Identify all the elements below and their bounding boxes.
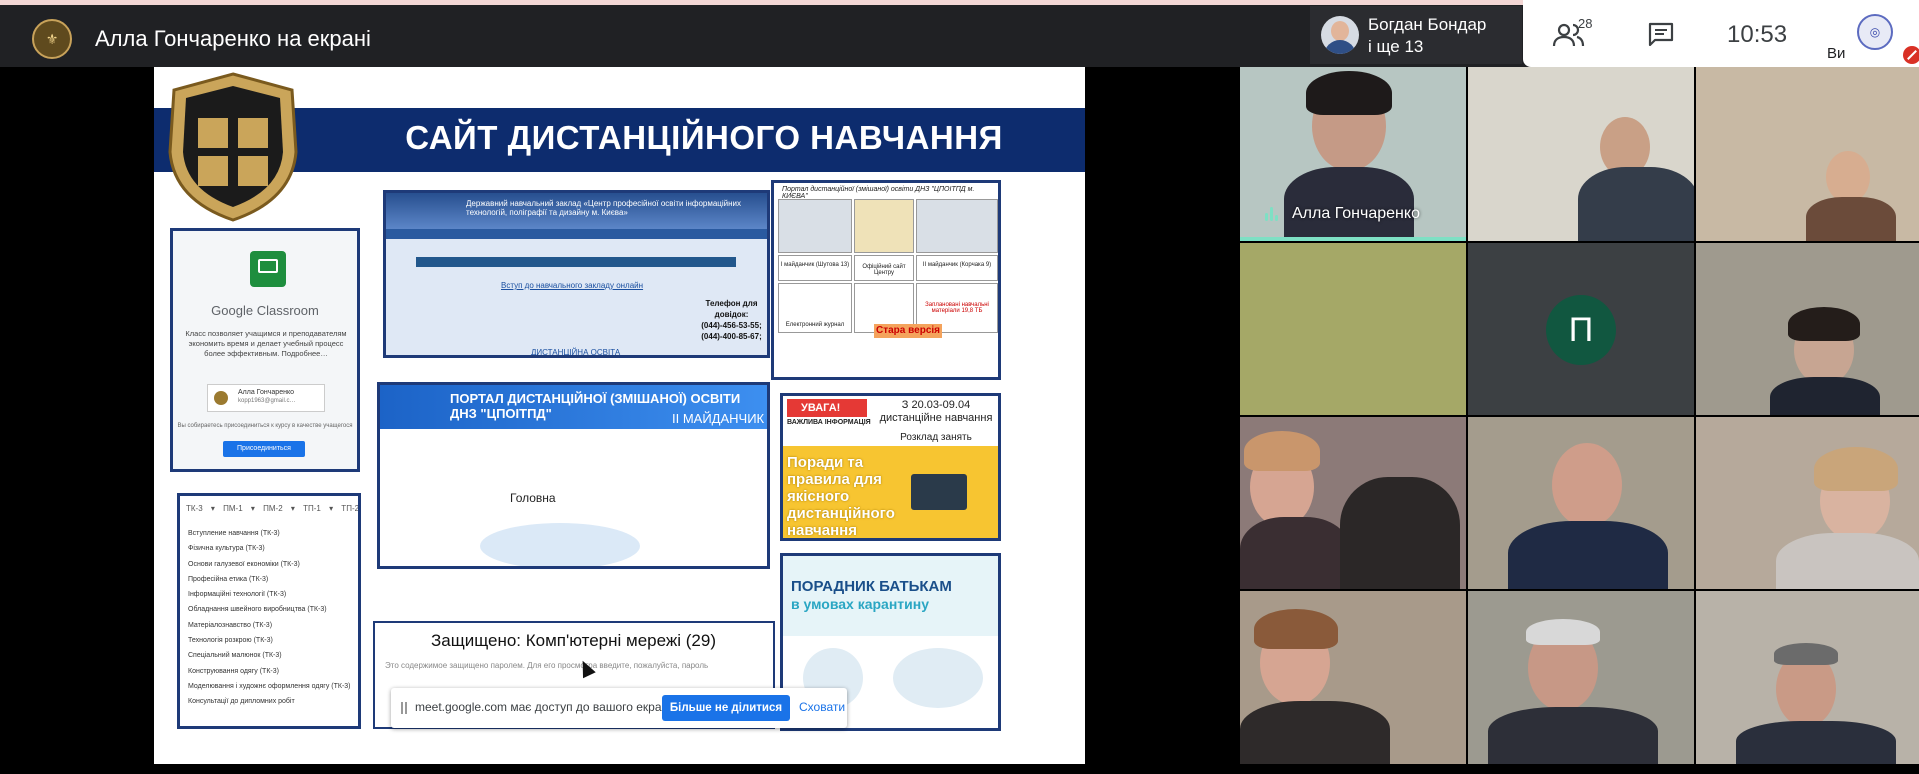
tk-list-item: Обладнання швейного виробництва (ТК-3) bbox=[188, 606, 327, 614]
participant-count: 28 bbox=[1578, 16, 1593, 31]
participant-tile[interactable]: Алла Гончаренко bbox=[1240, 67, 1466, 241]
participant-tile[interactable] bbox=[1696, 417, 1919, 589]
mic-off-icon bbox=[1903, 46, 1919, 64]
presenter-logo-icon: ⚜ bbox=[32, 19, 72, 59]
tk-list-item: Основи галузевої економіки (ТК-3) bbox=[188, 560, 300, 568]
portal2-header: ПОРТАЛ ДИСТАНЦІЙНОЇ (ЗМІШАНОЇ) ОСВІТИ ДН… bbox=[380, 385, 767, 429]
tk-list-item: Вступление навчання (ТК-3) bbox=[188, 530, 280, 537]
protected-heading: Защищено: Комп'ютерні мережі (29) bbox=[431, 631, 716, 650]
participant-tile[interactable] bbox=[1696, 591, 1919, 764]
portal1-photo-a bbox=[778, 199, 852, 253]
tk-list-item: Спеціальний малюнок (ТК-3) bbox=[188, 652, 282, 660]
participant-tile[interactable] bbox=[1696, 67, 1919, 241]
site1-header-text: Державний навчальний заклад «Центр профе… bbox=[466, 199, 742, 217]
clock: 10:53 bbox=[1727, 21, 1788, 48]
speaking-indicator-icon bbox=[1264, 207, 1280, 223]
account-email: kopp1963@gmail.c… bbox=[238, 398, 296, 404]
advice-bubble-2 bbox=[893, 648, 983, 708]
portal1-site-a: I майданчик (Шутова 13) bbox=[778, 255, 852, 281]
schedule-date: З 20.03-09.04 дистанційне навчання bbox=[879, 399, 993, 424]
stop-sharing-button[interactable]: Більше не ділитися bbox=[662, 695, 790, 721]
classroom-account: Алла Гончаренко kopp1963@gmail.c… bbox=[207, 384, 325, 412]
account-name: Алла Гончаренко bbox=[238, 389, 294, 396]
crest-icon bbox=[168, 72, 298, 222]
tk-list-item: Технологія розкрою (ТК-3) bbox=[188, 637, 273, 645]
tk-list-item: Професійна етика (ТК-3) bbox=[188, 575, 269, 583]
schedule-warning: УВАГА! bbox=[787, 399, 867, 417]
active-speaker-bar bbox=[1240, 237, 1466, 241]
site1-admission-link: Вступ до навчального закладу онлайн bbox=[501, 281, 644, 290]
tk-tabs: ТК-3 ▾ ПМ-1 ▾ ПМ-2 ▾ ТП-1 ▾ ТП-2 bbox=[186, 504, 360, 513]
tk-list: Вступление навчання (ТК-3) Фізична культу… bbox=[188, 526, 351, 710]
portal1-photo-b bbox=[916, 199, 998, 253]
tk-list-item: Фізична культура (ТК-3) bbox=[188, 545, 265, 553]
participant-tile[interactable]: П bbox=[1468, 243, 1694, 415]
schedule-timetable: Розклад занять bbox=[900, 432, 972, 443]
participant-tile[interactable] bbox=[1468, 591, 1694, 764]
participant-tile[interactable] bbox=[1240, 417, 1466, 589]
site1-distance-link: ДИСТАНЦІЙНА ОСВІТА bbox=[531, 348, 621, 357]
self-label: Ви bbox=[1827, 45, 1846, 62]
host-more: і ще 13 bbox=[1368, 37, 1424, 56]
host-info[interactable]: Богдан Бондар і ще 13 bbox=[1310, 6, 1522, 64]
tk-list-item: Конструювання одягу (ТК-3) bbox=[188, 667, 279, 675]
host-name: Богдан Бондар bbox=[1368, 15, 1487, 34]
portal1-site-b: II майданчик (Корчака 9) bbox=[916, 255, 998, 281]
tk-list-item: Матеріалознавство (ТК-3) bbox=[188, 621, 273, 629]
participant-name: Алла Гончаренко bbox=[1292, 205, 1420, 222]
chat-icon[interactable] bbox=[1648, 22, 1674, 46]
center-site-card: Державний навчальний заклад «Центр профе… bbox=[383, 190, 770, 358]
portal1-crest bbox=[854, 199, 914, 253]
portal1-official: Офіційний сайт Центру bbox=[854, 255, 914, 281]
schedule-info: ВАЖЛИВА ІНФОРМАЦІЯ bbox=[787, 419, 871, 426]
portal1-card: Портал дистанційної (змішаної) освіти ДН… bbox=[771, 180, 1001, 380]
classroom-description: Класс позволяет учащимся и преподавателя… bbox=[185, 329, 347, 358]
site1-header: Державний навчальний заклад «Центр профе… bbox=[386, 193, 767, 229]
laptop-icon bbox=[911, 474, 967, 510]
self-view-tile[interactable]: ◎ Ви bbox=[1819, 8, 1919, 67]
participant-tile[interactable] bbox=[1696, 243, 1919, 415]
portal2-subtitle: II МАЙДАНЧИК bbox=[672, 411, 765, 426]
site1-phone-label: Телефон для довідок: bbox=[705, 299, 758, 319]
tk-list-item: Консультації до дипломних робіт bbox=[188, 698, 295, 706]
advice-subtitle: в умовах карантину bbox=[791, 596, 929, 612]
tk-subjects-card: ТК-3 ▾ ПМ-1 ▾ ПМ-2 ▾ ТП-1 ▾ ТП-2 Вступле… bbox=[177, 493, 361, 729]
host-avatar bbox=[1321, 16, 1359, 54]
portal1-title: Портал дистанційної (змішаної) освіти ДН… bbox=[782, 186, 975, 200]
schedule-card: УВАГА! ВАЖЛИВА ІНФОРМАЦІЯ З 20.03-09.04 … bbox=[780, 393, 1001, 541]
participant-avatar: П bbox=[1546, 295, 1616, 365]
site1-bar bbox=[416, 257, 736, 267]
portal1-old-version: Стара версія bbox=[874, 324, 942, 338]
classroom-note: Вы собираетесь присоединиться к курсу в … bbox=[177, 423, 353, 429]
classroom-name: Google Classroom bbox=[211, 303, 319, 318]
schedule-tips: Поради та правила для якісного дистанцій… bbox=[787, 454, 895, 539]
portal2-card: ПОРТАЛ ДИСТАНЦІЙНОЇ (ЗМІШАНОЇ) ОСВІТИ ДН… bbox=[377, 382, 770, 569]
advice-title: ПОРАДНИК БАТЬКАМ bbox=[791, 578, 952, 595]
site1-nav bbox=[386, 229, 767, 239]
presenting-title: Алла Гончаренко на екрані bbox=[95, 26, 371, 51]
hide-notice-link[interactable]: Сховати bbox=[799, 700, 845, 714]
presented-slide: САЙТ ДИСТАНЦІЙНОГО НАВЧАННЯ Google Class… bbox=[154, 67, 1085, 764]
portal2-illustration bbox=[480, 523, 640, 566]
drag-handle-icon[interactable] bbox=[401, 702, 407, 714]
portal1-journal: Електронний журнал bbox=[778, 283, 852, 333]
site1-phones: Телефон для довідок: (044)-456-53-55; (04… bbox=[696, 298, 767, 342]
google-classroom-card: Google Classroom Класс позволяет учащимс… bbox=[170, 228, 360, 472]
portal2-home: Головна bbox=[510, 491, 556, 505]
classroom-join-button: Присоединиться bbox=[223, 441, 305, 457]
tk-list-item: Моделювання і художнє оформлення одягу (… bbox=[188, 682, 351, 690]
participant-tile[interactable] bbox=[1240, 591, 1466, 764]
tk-list-item: Інформаційні технології (ТК-3) bbox=[188, 591, 287, 599]
screen-share-notice: meet.google.com має доступ до вашого екр… bbox=[391, 688, 847, 728]
share-message: meet.google.com має доступ до вашого екр… bbox=[415, 700, 679, 714]
slide-title: САЙТ ДИСТАНЦІЙНОГО НАВЧАННЯ bbox=[405, 119, 1003, 156]
site1-phone-numbers: (044)-456-53-55; (044)-400-85-67; bbox=[701, 321, 762, 341]
participant-tile[interactable] bbox=[1468, 67, 1694, 241]
protected-text: Это содержимое защищено паролем. Для его… bbox=[385, 661, 709, 670]
classroom-icon bbox=[250, 251, 286, 287]
participant-tile[interactable] bbox=[1240, 243, 1466, 415]
self-logo-icon: ◎ bbox=[1857, 14, 1893, 50]
account-avatar bbox=[214, 391, 228, 405]
participant-tile[interactable] bbox=[1468, 417, 1694, 589]
